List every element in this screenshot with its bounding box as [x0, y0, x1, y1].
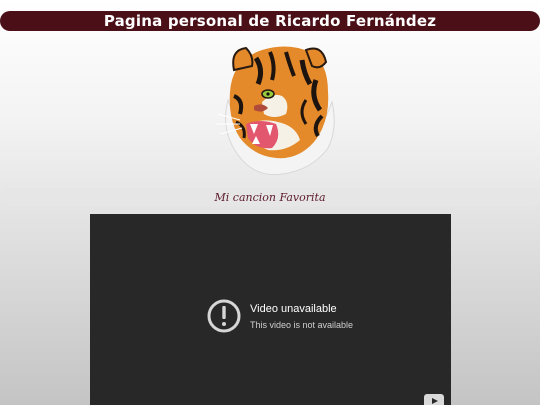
video-status-subtitle: This video is not available	[250, 319, 354, 330]
warning-icon	[207, 299, 241, 333]
video-message-text: Video unavailable This video is not avai…	[250, 303, 353, 330]
video-player[interactable]: Video unavailable This video is not avai…	[90, 214, 451, 405]
video-status-title: Video unavailable	[250, 302, 337, 315]
song-label: Mi cancion Favorita	[214, 190, 326, 204]
page-title: Pagina personal de Ricardo Fernández	[103, 12, 437, 30]
tiger-head-icon	[216, 46, 335, 176]
tiger-image	[210, 40, 338, 180]
video-unavailable-message: Video unavailable This video is not avai…	[206, 298, 353, 334]
youtube-icon[interactable]	[424, 394, 444, 405]
song-banner: Mi cancion Favorita	[0, 188, 540, 206]
header-bar: Pagina personal de Ricardo Fernández	[0, 11, 540, 31]
